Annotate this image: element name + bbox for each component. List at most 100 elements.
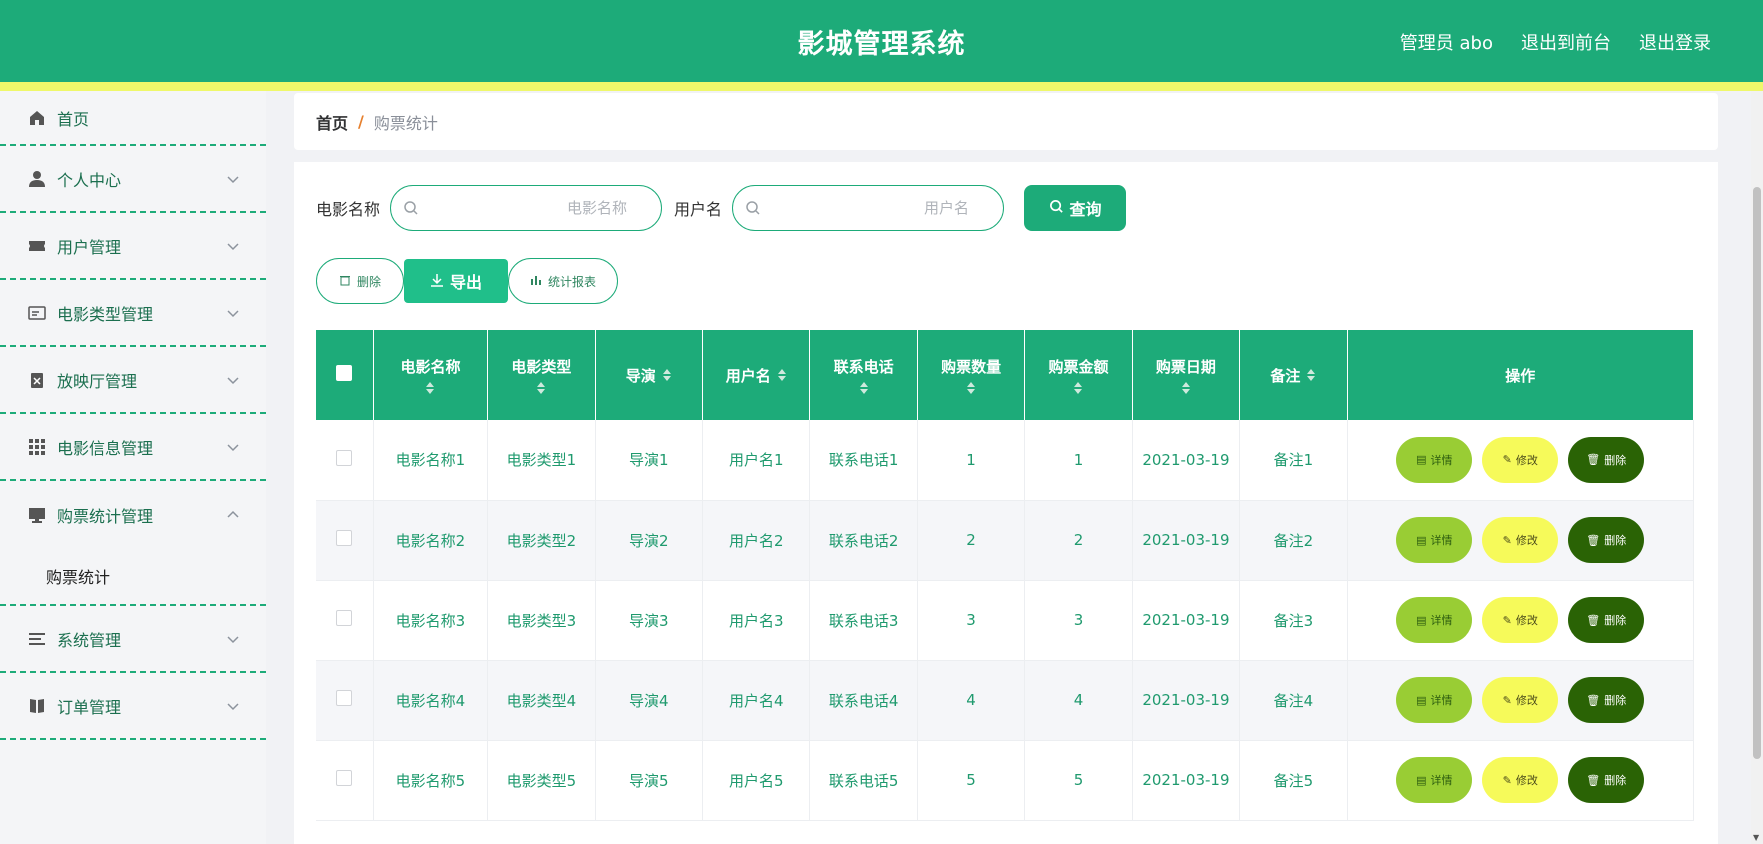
- delete-button[interactable]: 🗑 删除: [1568, 436, 1645, 483]
- cell-director: 导演5: [595, 740, 704, 821]
- movie-name-input[interactable]: [431, 194, 628, 222]
- sidebar: 首页 个人中心 用户管理 电影类型管理 放映厅管理 电影信息管理 购票统计管理 …: [0, 91, 266, 844]
- search-icon: [1049, 199, 1064, 218]
- row-checkbox[interactable]: [336, 449, 353, 466]
- username-input[interactable]: [773, 194, 970, 222]
- cell-phone: 联系电话5: [809, 740, 918, 821]
- cell-date: 2021-03-19: [1132, 740, 1241, 821]
- export-label: 导出: [449, 273, 482, 292]
- sidebar-item-users[interactable]: 用户管理: [0, 213, 266, 280]
- col-header-movie-name[interactable]: 电影名称: [373, 330, 489, 420]
- delete-button[interactable]: 🗑 删除: [1568, 677, 1645, 723]
- scrollbar-thumb[interactable]: [1753, 187, 1761, 759]
- sidebar-item-label: 用户管理: [57, 237, 122, 257]
- edit-button[interactable]: ✎ 修改: [1482, 677, 1559, 723]
- sidebar-item-home[interactable]: 首页: [0, 91, 266, 146]
- chevron-down-icon: [226, 171, 240, 185]
- breadcrumb-home[interactable]: 首页: [316, 110, 348, 134]
- batch-delete-button[interactable]: 删除: [316, 258, 404, 304]
- cell-phone: 联系电话3: [809, 580, 918, 661]
- cell-amount: 2: [1024, 500, 1133, 581]
- ticket-stats-table: 电影名称 电影类型 导演 用户名 联系电话 购票数量 购票金额 购票日期 备注 …: [316, 330, 1695, 821]
- cell-amount: 5: [1024, 740, 1133, 821]
- sort-icon: [859, 381, 868, 394]
- vertical-scrollbar[interactable]: ▼: [1751, 91, 1763, 844]
- document-icon: ▤: [1416, 453, 1427, 467]
- cell-date: 2021-03-19: [1132, 500, 1241, 581]
- col-header-director[interactable]: 导演: [595, 330, 704, 420]
- sidebar-item-personal[interactable]: 个人中心: [0, 146, 266, 213]
- col-header-date[interactable]: 购票日期: [1132, 330, 1241, 420]
- cell-amount: 3: [1024, 580, 1133, 661]
- cell-amount: 1: [1024, 420, 1133, 501]
- to-front-link[interactable]: 退出到前台: [1521, 29, 1611, 55]
- delete-button[interactable]: 🗑 删除: [1568, 517, 1645, 563]
- edit-button[interactable]: ✎ 修改: [1482, 757, 1559, 803]
- sidebar-item-label: 放映厅管理: [57, 371, 138, 391]
- clipboard-icon: [27, 370, 47, 390]
- ticket-icon: [27, 236, 47, 256]
- admin-username[interactable]: 管理员 abo: [1400, 29, 1493, 55]
- sidebar-subitem-ticket-stats[interactable]: 购票统计: [0, 548, 266, 606]
- header-accent-bar: [0, 82, 1763, 91]
- stats-report-button[interactable]: 统计报表: [508, 258, 618, 304]
- col-header-username[interactable]: 用户名: [702, 330, 811, 420]
- user-icon: [27, 169, 47, 189]
- grid-icon: [27, 437, 47, 457]
- cell-username: 用户名5: [702, 740, 811, 821]
- col-header-note[interactable]: 备注: [1239, 330, 1348, 420]
- scroll-down-icon[interactable]: ▼: [1753, 834, 1761, 842]
- document-icon: ▤: [1416, 773, 1427, 787]
- cell-username: 用户名2: [702, 500, 811, 581]
- stats-report-label: 统计报表: [547, 274, 596, 289]
- trash-icon: 🗑: [1586, 693, 1601, 707]
- table-row: 电影名称2 电影类型2 导演2 用户名2 联系电话2 2 2 2021-03-1…: [316, 500, 1695, 581]
- sidebar-item-label: 电影信息管理: [57, 438, 154, 458]
- export-button[interactable]: 导出: [404, 259, 508, 303]
- col-header-phone[interactable]: 联系电话: [809, 330, 918, 420]
- cell-note: 备注1: [1239, 420, 1348, 501]
- home-icon: [27, 108, 47, 128]
- logout-link[interactable]: 退出登录: [1639, 29, 1711, 55]
- breadcrumb: 首页 / 购票统计: [294, 93, 1718, 150]
- chevron-down-icon: [226, 698, 240, 712]
- cell-movie-type: 电影类型3: [487, 580, 596, 661]
- sidebar-item-movie-types[interactable]: 电影类型管理: [0, 280, 266, 347]
- col-header-movie-type[interactable]: 电影类型: [487, 330, 596, 420]
- detail-button[interactable]: ▤ 详情: [1396, 436, 1473, 483]
- sidebar-item-halls[interactable]: 放映厅管理: [0, 347, 266, 414]
- delete-button[interactable]: 🗑 删除: [1568, 757, 1645, 803]
- sidebar-item-ticket-stats[interactable]: 购票统计管理: [0, 481, 266, 548]
- trash-icon: [339, 274, 351, 289]
- detail-button[interactable]: ▤ 详情: [1396, 757, 1473, 803]
- trash-icon: 🗑: [1586, 453, 1601, 467]
- detail-button[interactable]: ▤ 详情: [1396, 597, 1473, 643]
- cell-note: 备注3: [1239, 580, 1348, 661]
- row-checkbox[interactable]: [336, 530, 353, 546]
- pencil-icon: ✎: [1502, 773, 1512, 787]
- query-button-label: 查询: [1069, 200, 1102, 219]
- sort-icon: [777, 369, 786, 381]
- detail-button[interactable]: ▤ 详情: [1396, 677, 1473, 723]
- delete-button[interactable]: 🗑 删除: [1568, 597, 1645, 643]
- sidebar-item-movie-info[interactable]: 电影信息管理: [0, 414, 266, 481]
- col-header-quantity[interactable]: 购票数量: [917, 330, 1026, 420]
- col-header-amount[interactable]: 购票金额: [1024, 330, 1133, 420]
- header-links: 管理员 abo 退出到前台 退出登录: [1400, 29, 1711, 55]
- cell-director: 导演2: [595, 500, 704, 581]
- search-row: 电影名称 用户名 查询: [316, 185, 1127, 231]
- query-button[interactable]: 查询: [1024, 185, 1127, 231]
- edit-button[interactable]: ✎ 修改: [1482, 597, 1559, 643]
- edit-button[interactable]: ✎ 修改: [1482, 436, 1559, 483]
- sort-icon: [1307, 369, 1316, 381]
- pencil-icon: ✎: [1502, 453, 1512, 467]
- sidebar-item-orders[interactable]: 订单管理: [0, 673, 266, 740]
- row-checkbox[interactable]: [336, 690, 353, 706]
- sidebar-item-system[interactable]: 系统管理: [0, 606, 266, 673]
- row-checkbox[interactable]: [336, 610, 353, 626]
- edit-button[interactable]: ✎ 修改: [1482, 517, 1559, 563]
- select-all-checkbox[interactable]: [336, 365, 353, 381]
- sort-icon: [426, 381, 435, 394]
- detail-button[interactable]: ▤ 详情: [1396, 517, 1473, 563]
- row-checkbox[interactable]: [336, 770, 353, 786]
